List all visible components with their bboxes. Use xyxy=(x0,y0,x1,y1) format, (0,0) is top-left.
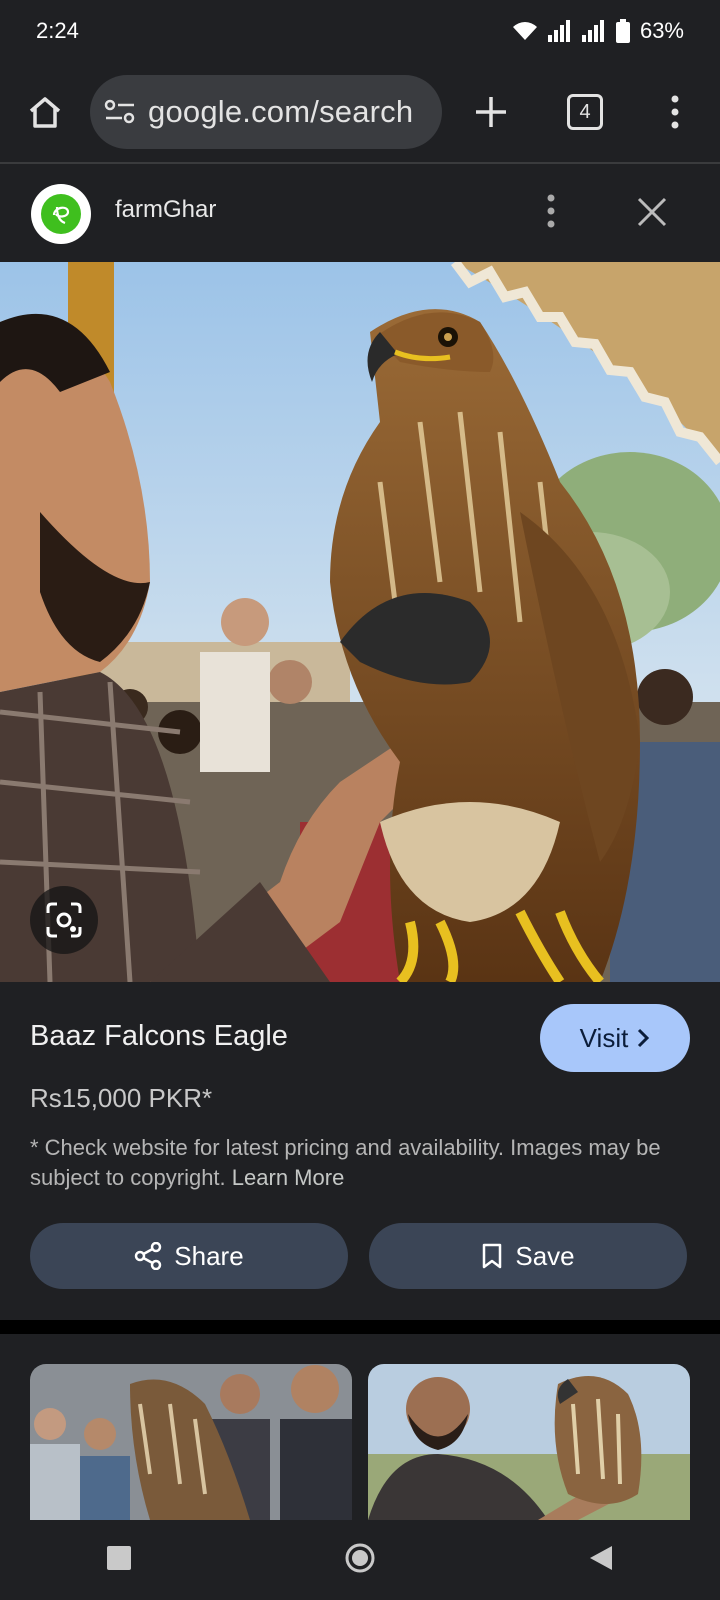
site-menu-button[interactable] xyxy=(546,194,556,233)
section-divider xyxy=(0,1320,720,1334)
site-name[interactable]: farmGhar xyxy=(115,196,216,224)
save-button[interactable]: Save xyxy=(369,1223,687,1289)
related-image-2[interactable] xyxy=(368,1364,690,1520)
share-button[interactable]: Share xyxy=(30,1223,348,1289)
back-icon xyxy=(590,1545,612,1570)
recents-button[interactable] xyxy=(106,1545,132,1576)
site-logo[interactable] xyxy=(31,184,91,244)
product-price: Rs15,000 PKR* xyxy=(30,1083,213,1113)
disclaimer: * Check website for latest pricing and a… xyxy=(30,1133,695,1193)
visit-label: Visit xyxy=(579,1022,629,1053)
bookmark-icon xyxy=(483,1243,502,1269)
menu-button[interactable] xyxy=(645,82,705,142)
back-button[interactable] xyxy=(588,1544,614,1577)
url-bar[interactable]: google.com/search xyxy=(90,75,442,149)
share-label: Share xyxy=(174,1240,244,1271)
browser-toolbar: google.com/search 4 xyxy=(0,62,720,164)
status-icons: 63% xyxy=(512,18,684,44)
share-icon xyxy=(135,1242,162,1270)
related-image-1[interactable] xyxy=(30,1364,352,1520)
site-header: farmGhar xyxy=(0,166,720,262)
close-icon xyxy=(637,197,667,227)
signal-icon-2 xyxy=(581,20,604,42)
chevron-right-icon xyxy=(638,1028,650,1048)
site-info-icon xyxy=(104,99,135,124)
home-circle-icon xyxy=(345,1543,375,1572)
lens-button[interactable] xyxy=(30,886,98,954)
status-bar: 2:24 63% xyxy=(0,0,720,62)
new-tab-button[interactable] xyxy=(461,82,521,142)
battery-level: 63% xyxy=(639,18,684,43)
product-title: Baaz Falcons Eagle xyxy=(30,1020,288,1052)
system-nav-bar xyxy=(0,1520,720,1600)
tab-switcher-icon: 4 xyxy=(567,94,603,130)
wifi-icon xyxy=(512,22,537,40)
disclaimer-text: * Check website for latest pricing and a… xyxy=(30,1135,661,1190)
close-button[interactable] xyxy=(636,196,668,233)
url-text: google.com/search xyxy=(148,94,414,129)
signal-icon xyxy=(547,20,570,42)
home-icon xyxy=(29,97,61,128)
new-tab-icon xyxy=(476,97,506,127)
lens-icon xyxy=(46,902,82,938)
home-button[interactable] xyxy=(15,82,75,142)
learn-more-link[interactable]: Learn More xyxy=(232,1165,345,1190)
product-image[interactable] xyxy=(0,262,720,982)
tab-switcher-button[interactable]: 4 xyxy=(555,82,615,142)
save-label: Save xyxy=(515,1240,575,1271)
home-nav-button[interactable] xyxy=(344,1542,376,1579)
more-vert-icon xyxy=(547,194,555,228)
status-time: 2:24 xyxy=(36,18,79,43)
visit-button[interactable]: Visit xyxy=(540,1004,690,1072)
recents-icon xyxy=(107,1545,131,1570)
menu-icon xyxy=(671,95,679,129)
battery-icon xyxy=(615,19,630,43)
tab-count: 4 xyxy=(579,100,591,123)
site-logo-mark xyxy=(41,194,81,234)
